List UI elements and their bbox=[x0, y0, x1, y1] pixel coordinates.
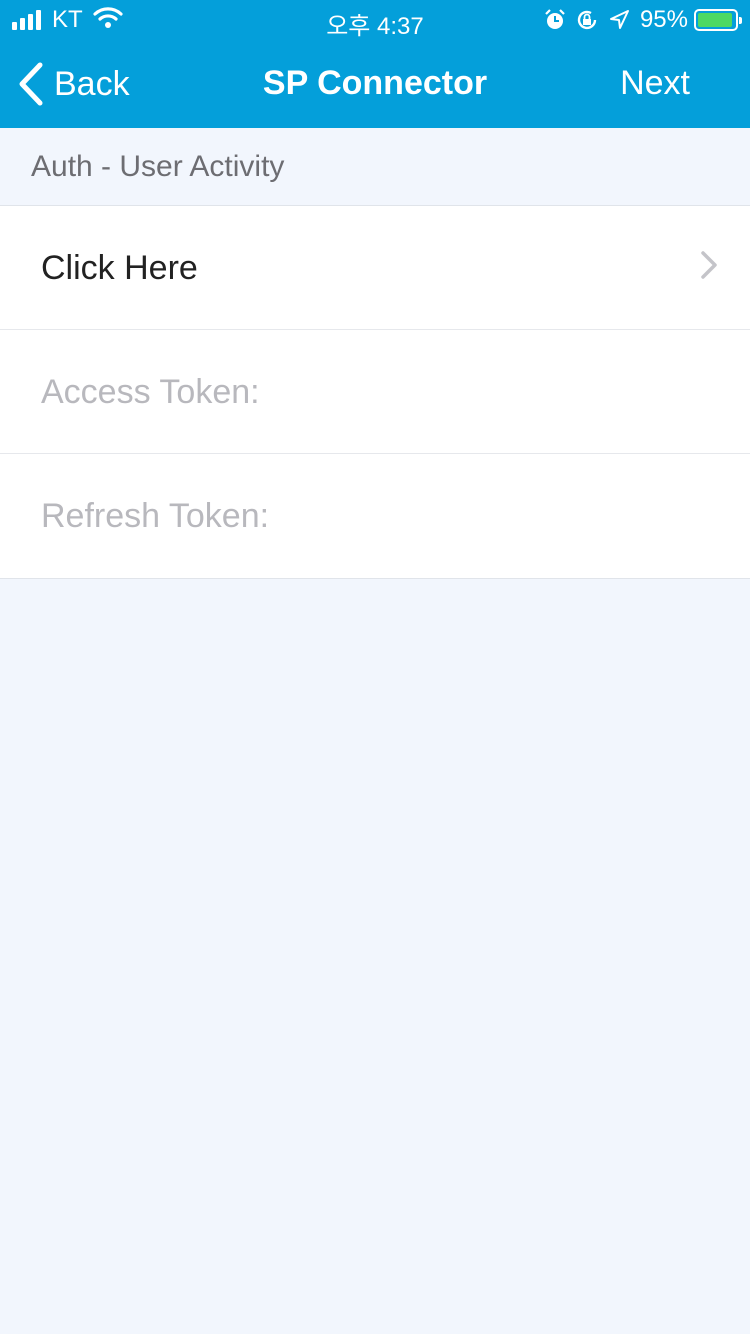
refresh-token-field[interactable]: Refresh Token: bbox=[41, 454, 269, 578]
chevron-right-icon bbox=[701, 251, 717, 279]
status-right: 95% bbox=[534, 6, 742, 34]
refresh-token-row[interactable]: Refresh Token: bbox=[0, 454, 750, 578]
click-here-label: Click Here bbox=[41, 249, 198, 287]
header: KT 오후 4:37 95% Back SP Connector Next bbox=[0, 0, 750, 128]
orientation-lock-icon bbox=[576, 9, 598, 31]
section-header: Auth - User Activity bbox=[0, 128, 750, 206]
location-icon bbox=[608, 9, 630, 31]
battery-fill bbox=[698, 13, 732, 27]
access-token-field[interactable]: Access Token: bbox=[41, 330, 260, 454]
battery-percent: 95% bbox=[639, 6, 688, 33]
status-bar: KT 오후 4:37 95% bbox=[0, 0, 750, 40]
battery-icon bbox=[694, 9, 742, 31]
access-token-row[interactable]: Access Token: bbox=[0, 330, 750, 454]
nav-bar: Back SP Connector Next bbox=[0, 40, 750, 128]
click-here-row[interactable]: Click Here bbox=[0, 206, 750, 330]
settings-list: Click Here Access Token: Refresh Token: bbox=[0, 206, 750, 579]
next-button[interactable]: Next bbox=[620, 64, 690, 103]
alarm-icon bbox=[544, 9, 566, 31]
